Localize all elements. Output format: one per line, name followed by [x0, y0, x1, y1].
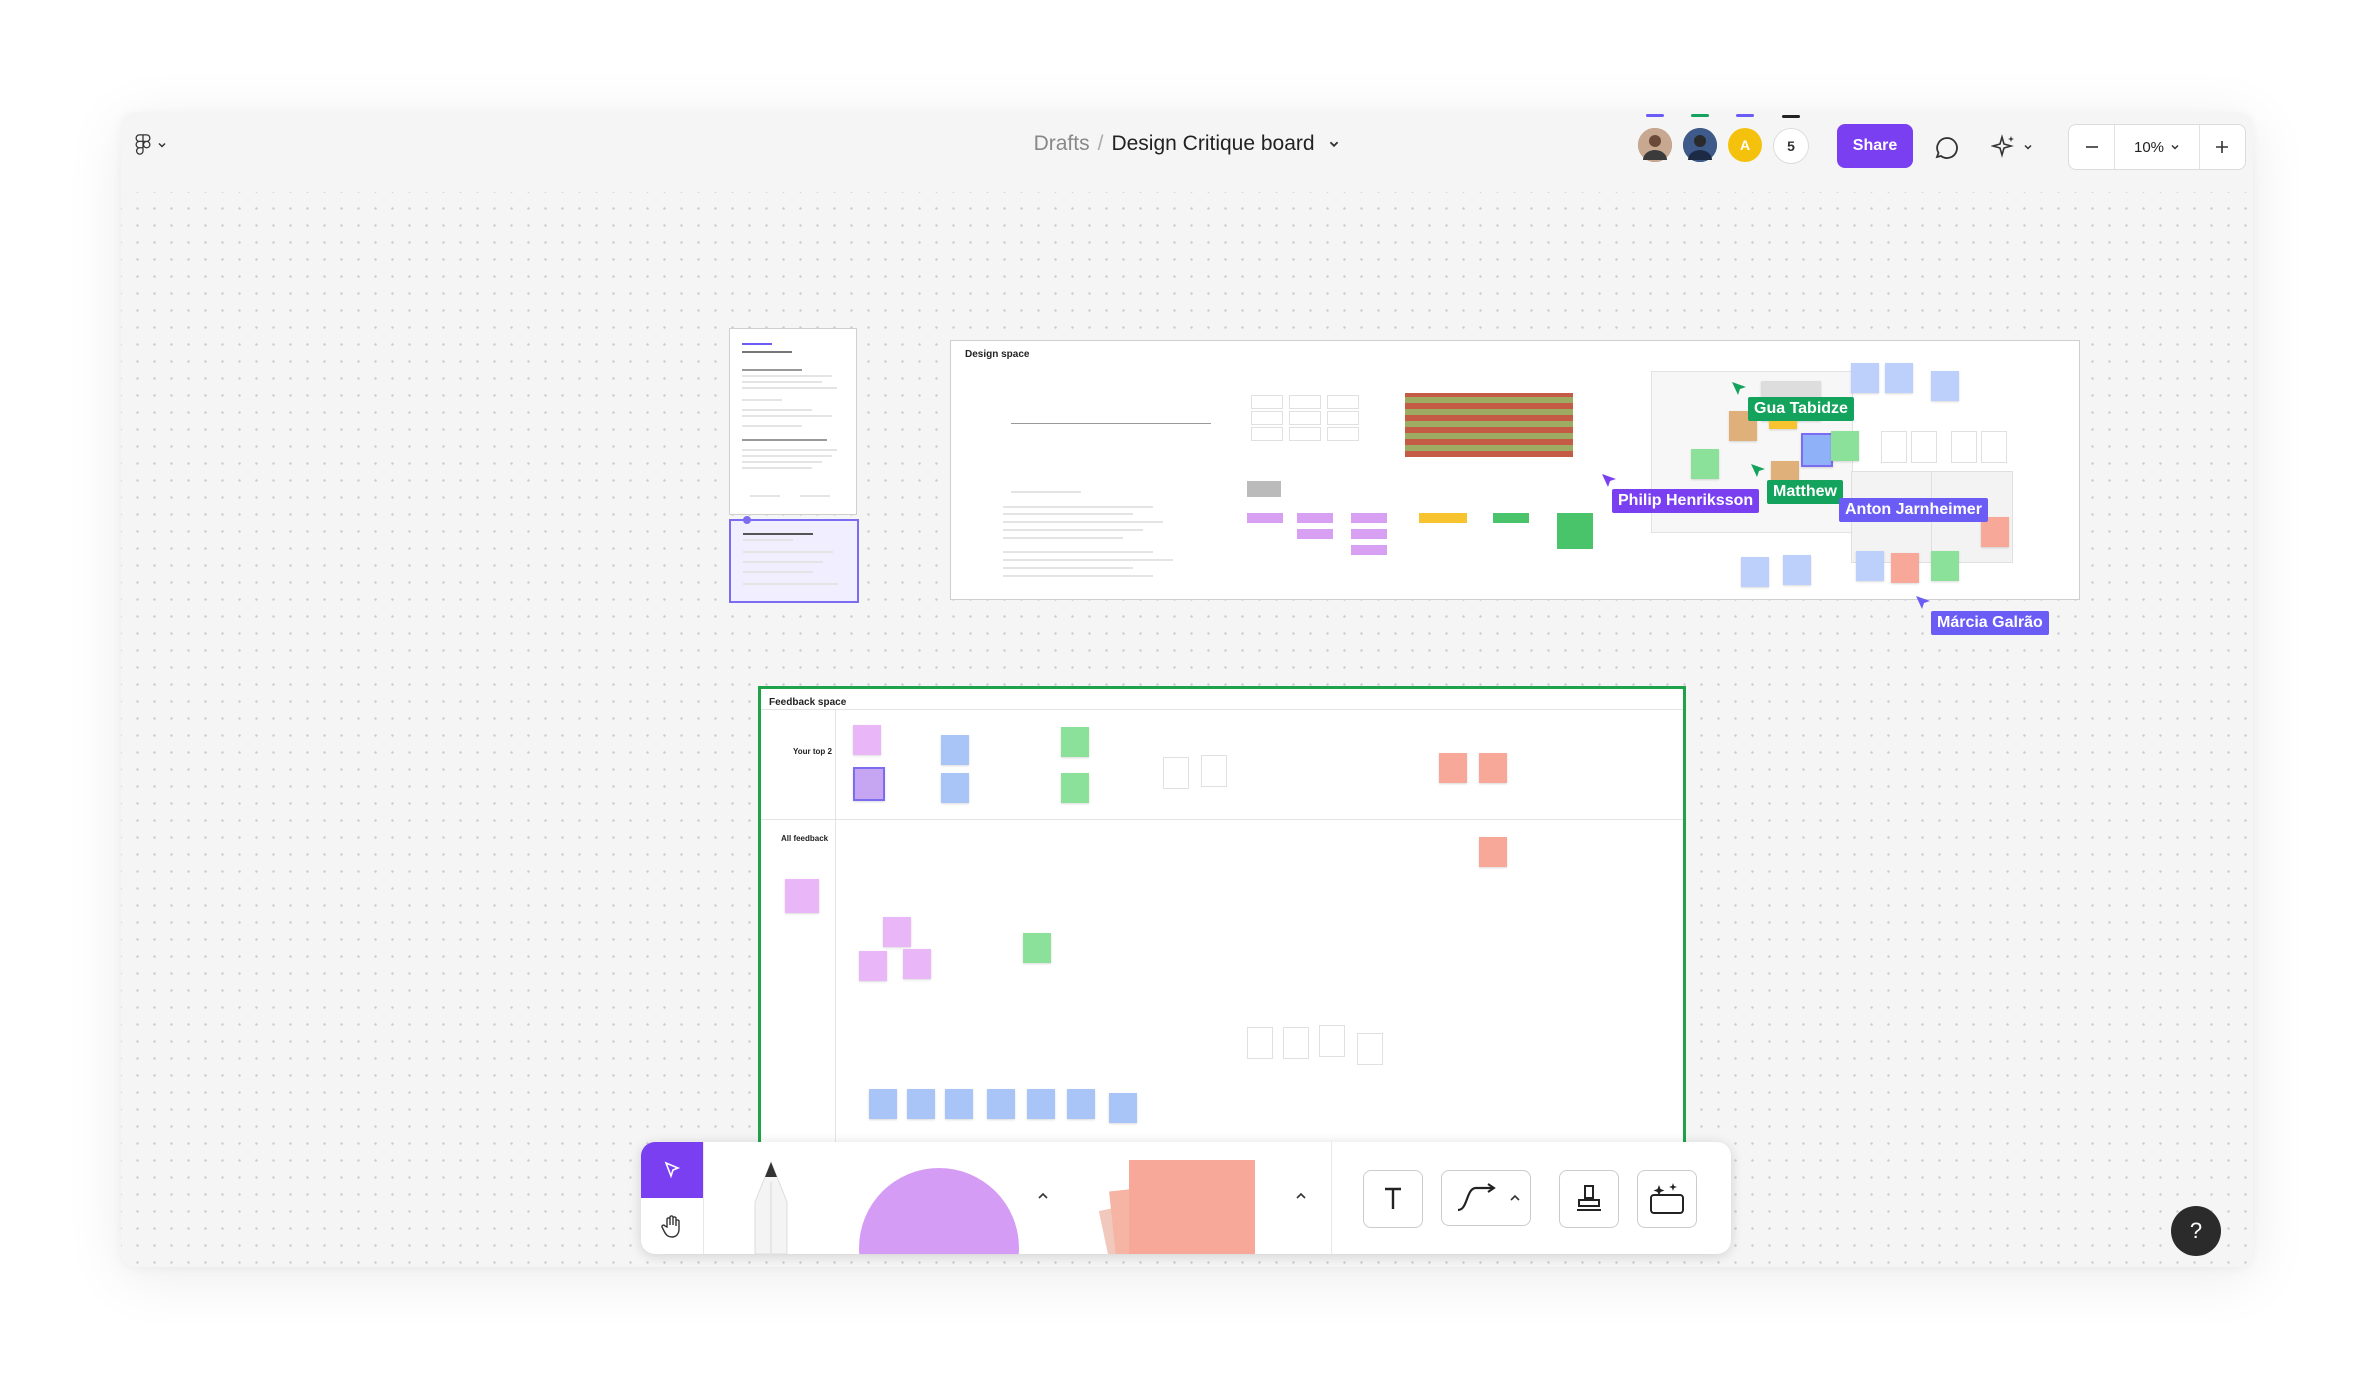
- hand-icon: [661, 1215, 680, 1238]
- cursor-arrow-icon: [1602, 474, 1616, 487]
- cursor-label-gua-tabidze: Gua Tabidze: [1748, 397, 1854, 421]
- chevron-down-icon[interactable]: [1328, 138, 1340, 150]
- text-tool[interactable]: [1363, 1170, 1423, 1228]
- sticky-tool[interactable]: [1091, 1160, 1271, 1254]
- row-heading: Your top 2: [793, 747, 832, 756]
- participants-count[interactable]: 5: [1773, 115, 1809, 164]
- cursor-label-anton-jarnheimer: Anton Jarnheimer: [1839, 498, 1988, 522]
- frame-title: Design space: [965, 349, 1030, 360]
- shape-options-toggle[interactable]: [1031, 1184, 1055, 1208]
- creation-toolbar: [641, 1142, 1731, 1254]
- cursor-arrow-icon: [1732, 382, 1746, 395]
- feedback-space-frame[interactable]: Feedback space Your top 2 All feedback: [758, 686, 1686, 1162]
- comments-button[interactable]: [1933, 134, 1961, 162]
- chevron-up-icon: [1510, 1194, 1520, 1201]
- design-space-frame[interactable]: Design space: [950, 340, 2080, 600]
- pencil-tool[interactable]: [741, 1152, 801, 1254]
- frame-title: Feedback space: [769, 697, 847, 708]
- avatar[interactable]: [1683, 114, 1717, 162]
- cursor-arrow-icon: [1751, 464, 1765, 477]
- stamp-tool[interactable]: [1559, 1170, 1619, 1228]
- comment-bubble-icon: [1935, 137, 1958, 159]
- sticky-note-icon: [1098, 1160, 1255, 1254]
- zoom-controls: 10%: [2068, 124, 2246, 170]
- breadcrumb-drafts-link[interactable]: Drafts: [1034, 132, 1090, 155]
- avatar[interactable]: [1638, 114, 1672, 162]
- avatar-photo-icon: [1683, 128, 1717, 162]
- cursor-arrow-icon: [664, 1161, 681, 1179]
- minus-icon: [2085, 146, 2098, 148]
- avatar-initial: A: [1739, 137, 1751, 153]
- chevron-up-icon: [1296, 1192, 1306, 1199]
- agenda-document[interactable]: [729, 328, 857, 515]
- stamp-icon: [1577, 1185, 1601, 1211]
- cursor-label-philip-henriksson: Philip Henriksson: [1612, 489, 1760, 513]
- widgets-icon: [1650, 1183, 1684, 1214]
- help-button[interactable]: ?: [2171, 1206, 2221, 1256]
- zoom-out-button[interactable]: [2069, 125, 2116, 169]
- connector-icon: [1457, 1183, 1496, 1212]
- app-window: Drafts / Design Critique board A 5 Share: [121, 112, 2253, 1267]
- breadcrumb-separator: /: [1097, 132, 1104, 155]
- connector-tool[interactable]: [1441, 1170, 1531, 1226]
- cursor-label-marcia-galrao: Márcia Galrão: [1931, 611, 2049, 635]
- cursor-label-matthew: Matthew: [1767, 480, 1843, 504]
- zoom-level-dropdown[interactable]: 10%: [2115, 125, 2200, 169]
- priorities-document[interactable]: [729, 516, 859, 603]
- chevron-up-icon: [1038, 1192, 1048, 1199]
- chevron-down-icon: [2171, 144, 2179, 150]
- participants-count-label: 5: [1787, 138, 1795, 154]
- share-button[interactable]: Share: [1837, 124, 1913, 168]
- plus-icon: [2216, 141, 2229, 153]
- text-icon: [1385, 1187, 1401, 1209]
- zoom-level: 10%: [2133, 138, 2165, 156]
- sparkle-icon: [1991, 134, 2014, 158]
- ai-actions-button[interactable]: [1991, 132, 2041, 162]
- top-toolbar: Drafts / Design Critique board A 5 Share: [121, 112, 2253, 176]
- sticky-options-toggle[interactable]: [1289, 1184, 1313, 1208]
- zoom-in-button[interactable]: [2200, 125, 2245, 169]
- shape-tool[interactable]: [859, 1166, 1019, 1254]
- chevron-down-icon: [2024, 144, 2032, 150]
- avatar-photo-icon: [1638, 128, 1672, 162]
- widgets-tool[interactable]: [1637, 1170, 1697, 1228]
- cursor-arrow-icon: [1916, 596, 1930, 609]
- circle-shape-icon: [859, 1168, 1019, 1254]
- hand-tool[interactable]: [641, 1198, 703, 1254]
- file-title[interactable]: Design Critique board: [1111, 132, 1314, 155]
- avatar[interactable]: A: [1728, 114, 1762, 162]
- move-tool[interactable]: [641, 1142, 703, 1198]
- pencil-icon: [754, 1160, 788, 1254]
- row-heading: All feedback: [781, 834, 829, 843]
